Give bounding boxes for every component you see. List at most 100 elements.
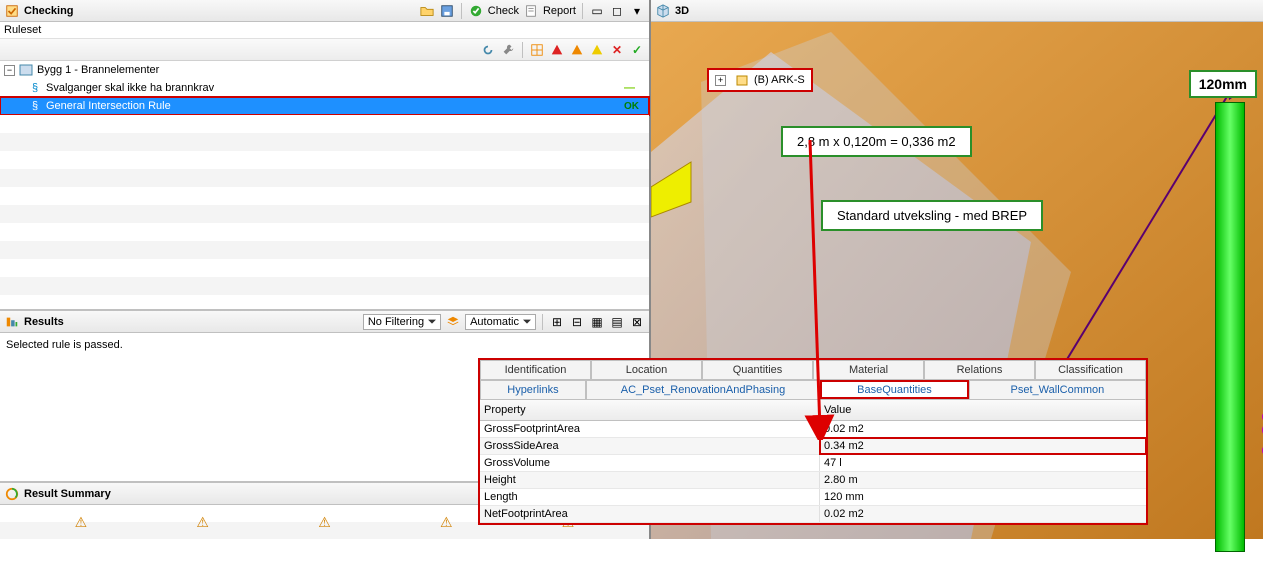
3d-title: 3D — [675, 5, 1259, 17]
rule-result: — — [624, 82, 645, 94]
ok-icon[interactable]: ✓ — [629, 42, 645, 58]
window-max-icon[interactable]: ◻ — [609, 3, 625, 19]
prop-value: 47 l — [820, 455, 1146, 471]
tab-identification[interactable]: Identification — [480, 360, 591, 379]
checking-title: Checking — [24, 5, 415, 17]
tree-item-label: Svalganger skal ikke ha brannkrav — [46, 82, 214, 94]
property-row[interactable]: Length120 mm — [480, 489, 1146, 506]
warning-icon: ⚠ — [318, 514, 331, 531]
tab-quantities[interactable]: Quantities — [702, 360, 813, 379]
tab-basequantities[interactable]: BaseQuantities — [820, 380, 969, 399]
report-label[interactable]: Report — [543, 5, 576, 17]
warning-icon: ⚠ — [440, 514, 453, 531]
prop-name: Length — [480, 489, 820, 505]
expand-icon[interactable]: + — [715, 75, 726, 86]
error-icon[interactable] — [549, 42, 565, 58]
collapse-all-icon[interactable]: ⊟ — [569, 314, 585, 330]
annotation-calc: 2,8 m x 0,120m = 0,336 m2 — [781, 126, 972, 157]
warn-orange-icon[interactable] — [569, 42, 585, 58]
col-property[interactable]: Property — [480, 400, 820, 420]
tab-material[interactable]: Material — [813, 360, 924, 379]
cancel-icon[interactable]: ✕ — [609, 42, 625, 58]
results-title: Results — [24, 316, 359, 328]
tab-renovation[interactable]: AC_Pset_RenovationAndPhasing — [586, 380, 820, 399]
tree-item-label: General Intersection Rule — [46, 100, 171, 112]
tree-root-label: Bygg 1 - Brannelementer — [37, 64, 159, 76]
tab-relations[interactable]: Relations — [924, 360, 1035, 379]
window-min-icon[interactable]: ▭ — [589, 3, 605, 19]
warning-icon: ⚠ — [75, 514, 88, 531]
expand-icon[interactable]: ⊞ — [549, 314, 565, 330]
property-tabs-row1: Identification Location Quantities Mater… — [480, 360, 1146, 380]
model-chip-label: (B) ARK-S — [754, 74, 805, 86]
check-icon[interactable] — [468, 3, 484, 19]
annotation-standard: Standard utveksling - med BREP — [821, 200, 1043, 231]
property-grid-body: GrossFootprintArea0.02 m2 GrossSideArea0… — [480, 421, 1146, 523]
prop-name: NetFootprintArea — [480, 506, 820, 522]
property-row[interactable]: GrossSideArea0.34 m2 — [480, 438, 1146, 455]
building-icon — [734, 72, 750, 88]
close-icon[interactable]: ⊠ — [629, 314, 645, 330]
dimension-280m: 2.80 m — [1257, 382, 1263, 457]
prop-value: 2.80 m — [820, 472, 1146, 488]
property-grid-header: Property Value — [480, 400, 1146, 421]
wrench-icon[interactable] — [500, 42, 516, 58]
chevron-down-icon[interactable]: ▾ — [629, 3, 645, 19]
ruleset-icon — [19, 63, 33, 77]
filter-dropdown[interactable]: No Filtering — [363, 314, 441, 330]
tree-item-selected[interactable]: § General Intersection Rule OK — [0, 97, 649, 115]
col-value[interactable]: Value — [820, 400, 1146, 420]
checking-toolbar: ✕ ✓ — [0, 39, 649, 61]
model-tree-chip[interactable]: + (B) ARK-S — [707, 68, 813, 92]
grid-view-icon[interactable]: ▦ — [589, 314, 605, 330]
grid-icon[interactable] — [529, 42, 545, 58]
prop-value: 120 mm — [820, 489, 1146, 505]
report-icon[interactable] — [523, 3, 539, 19]
property-row[interactable]: GrossFootprintArea0.02 m2 — [480, 421, 1146, 438]
property-tabs-row2: Hyperlinks AC_Pset_RenovationAndPhasing … — [480, 380, 1146, 400]
layers-icon[interactable] — [445, 314, 461, 330]
property-row[interactable]: GrossVolume47 l — [480, 455, 1146, 472]
list-view-icon[interactable]: ▤ — [609, 314, 625, 330]
ruleset-tree: − Bygg 1 - Brannelementer § Svalganger s… — [0, 61, 649, 115]
tab-wallcommon[interactable]: Pset_WallCommon — [969, 380, 1146, 399]
tab-hyperlinks[interactable]: Hyperlinks — [480, 380, 586, 399]
refresh-icon[interactable] — [480, 42, 496, 58]
collapse-icon[interactable]: − — [4, 65, 15, 76]
3d-icon — [655, 3, 671, 19]
property-panel: Identification Location Quantities Mater… — [478, 358, 1148, 525]
separator — [582, 3, 583, 19]
tree-root[interactable]: − Bygg 1 - Brannelementer — [0, 61, 649, 79]
tree-empty-area — [0, 115, 649, 309]
separator — [542, 314, 543, 330]
warn-yellow-icon[interactable] — [589, 42, 605, 58]
3d-header: 3D — [651, 0, 1263, 22]
dimension-120mm: 120mm — [1189, 70, 1257, 98]
property-row[interactable]: NetFootprintArea0.02 m2 — [480, 506, 1146, 523]
checking-header: Checking Check Report ▭ ◻ ▾ — [0, 0, 649, 22]
summary-icon — [4, 486, 20, 502]
rule-icon: § — [28, 81, 42, 95]
automatic-dropdown[interactable]: Automatic — [465, 314, 536, 330]
results-icon — [4, 314, 20, 330]
results-header: Results No Filtering Automatic ⊞ ⊟ ▦ ▤ ⊠ — [0, 311, 649, 333]
tab-location[interactable]: Location — [591, 360, 702, 379]
prop-value: 0.02 m2 — [820, 506, 1146, 522]
tab-classification[interactable]: Classification — [1035, 360, 1146, 379]
selected-wall-highlight — [1215, 102, 1245, 552]
property-row[interactable]: Height2.80 m — [480, 472, 1146, 489]
check-label[interactable]: Check — [488, 5, 519, 17]
warning-icon: ⚠ — [196, 514, 209, 531]
separator — [522, 42, 523, 58]
prop-name: GrossVolume — [480, 455, 820, 471]
results-message: Selected rule is passed. — [6, 339, 123, 351]
save-icon[interactable] — [439, 3, 455, 19]
open-icon[interactable] — [419, 3, 435, 19]
rule-icon: § — [28, 99, 42, 113]
tree-item[interactable]: § Svalganger skal ikke ha brannkrav — — [0, 79, 649, 97]
prop-name: GrossFootprintArea — [480, 421, 820, 437]
prop-name: GrossSideArea — [480, 438, 820, 454]
prop-value-highlighted: 0.34 m2 — [820, 438, 1146, 454]
prop-name: Height — [480, 472, 820, 488]
checking-icon — [4, 3, 20, 19]
